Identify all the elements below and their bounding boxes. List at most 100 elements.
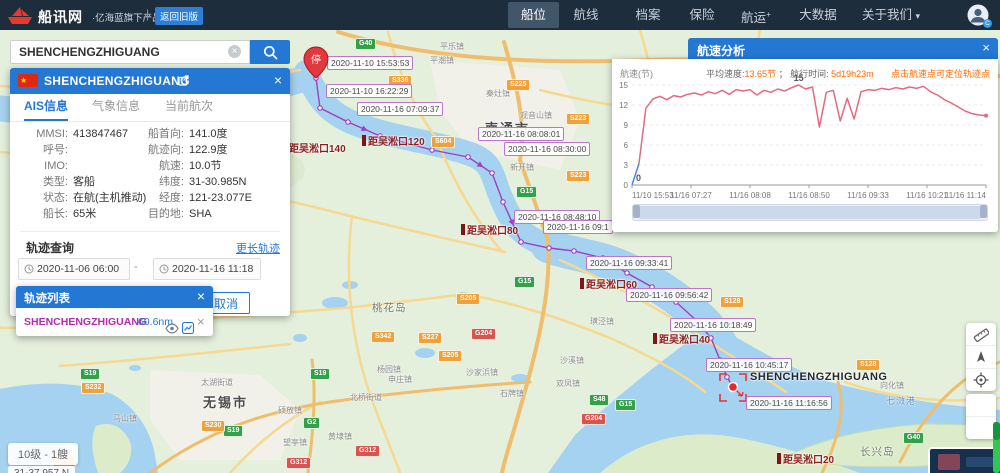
nav-item-ship-position[interactable]: 船位 [508,2,559,28]
close-icon[interactable]: × [274,72,282,88]
map-place-label: 马山镇 [113,413,137,424]
nav-item-shipping[interactable]: 航运+ [736,0,776,30]
field-label: 状态: [10,190,68,206]
ais-fields: MMSI:413847467 船首向:141.0度 呼号: 航迹向:122.9度… [10,126,290,222]
vertical-slider[interactable] [993,422,1000,473]
date-from-value: 2020-11-06 06:00 [37,263,119,275]
road-badge: S225 [506,79,530,91]
svg-text:11/16 11:14: 11/16 11:14 [945,191,987,200]
ship-detail-link-icon[interactable] [178,75,189,89]
nav-item-insurance[interactable]: 保险 [682,0,722,30]
track-time-label[interactable]: 2020-11-16 10:18:49 [670,318,756,332]
eye-icon [165,323,179,334]
field-value: 413847467 [73,128,128,140]
road-badge: S128 [856,359,880,371]
svg-text:12: 12 [619,101,628,110]
track-ship-name[interactable]: SHENCHENGZHIGUANG [24,308,147,336]
field-label: IMO: [10,158,68,174]
brand-name[interactable]: 船讯网 [38,7,83,27]
longer-track-link[interactable]: 更长轨迹 [236,240,280,256]
map-place-label: 平乐镇 [440,41,464,52]
svg-text:9: 9 [624,121,629,130]
bearing-tool-button[interactable] [966,346,996,369]
map-place-label: 长兴岛 [860,444,895,459]
layer-switcher-thumbnail[interactable] [928,447,1000,473]
brush-left-handle[interactable] [633,205,640,218]
road-badge: S205 [438,350,462,362]
speed-panel-header: 航速分析 × [688,38,998,59]
svg-text:15: 15 [619,81,628,90]
track-time-label[interactable]: 2020-11-16 09:1 [543,220,613,234]
measure-ruler-button[interactable] [966,323,996,346]
track-time-label[interactable]: 2020-11-16 07:09:37 [357,102,443,116]
track-time-label[interactable]: 2020-11-16 11:16:56 [746,396,832,410]
track-time-label[interactable]: 2020-11-16 10:45:17 [706,358,792,372]
search-button[interactable] [250,40,290,64]
panel-divider [20,231,280,232]
show-track-button[interactable] [165,316,179,344]
search-input[interactable] [10,40,250,64]
brand-subtitle: ·亿海蓝旗下产品 [92,10,162,24]
tab-weather-info[interactable]: 气象信息 [92,94,140,119]
user-avatar[interactable]: C [967,4,989,26]
map-place-label: 七滧港 [886,394,916,407]
field-label: 船长: [10,206,68,222]
nav-item-bigdata[interactable]: 大数据 [793,0,843,30]
track-start-pin[interactable]: 停 [303,46,329,85]
nav-about-label: 关于我们 [862,8,912,22]
nav-item-about[interactable]: 关于我们 ▾ [858,0,924,30]
zoom-out-button[interactable] [966,417,996,439]
brush-right-handle[interactable] [980,205,987,218]
chart-zoom-brush[interactable] [632,204,988,221]
field-label: 呼号: [10,142,68,158]
nav-item-routes[interactable]: 航线 [566,0,606,30]
brush-selection [639,206,981,219]
locate-button[interactable] [966,369,996,391]
speed-chart-button[interactable] [182,316,194,344]
locate-icon [973,372,989,388]
field-value: 31-30.985N [189,176,247,188]
field-label: 航迹向: [128,142,184,158]
chart-stats: 平均速度:13.65节 ； 航行时间: 5d19h23m [706,67,874,80]
map-place-label: 新开镇 [510,162,534,173]
road-badge: G15 [516,186,537,198]
field-label: 目的地: [128,206,184,222]
road-badge: S205 [456,293,480,305]
nav-item-archives[interactable]: 档案 [628,0,668,30]
tab-current-voyage[interactable]: 当前航次 [165,94,213,119]
svg-text:15: 15 [794,73,804,83]
close-icon[interactable]: × [982,40,990,55]
map-place-label: 沙家浜镇 [466,367,498,378]
track-time-label[interactable]: 2020-11-16 08:08:01 [478,127,564,141]
brand-logo-icon [6,4,34,26]
close-icon[interactable]: × [197,288,205,304]
road-badge: G2 [303,417,320,429]
road-badge: G15 [615,399,636,411]
return-old-version-button[interactable]: 返回旧版 [155,7,203,25]
track-time-label[interactable]: 2020-11-16 09:56:42 [626,288,712,302]
date-from-input[interactable]: 2020-11-06 06:00 [18,258,130,280]
map-place-label: 申庄镇 [388,374,412,385]
road-badge: S223 [566,113,590,125]
user-status-badge: C [983,19,992,28]
track-time-label[interactable]: 2020-11-10 15:53:53 [327,56,413,70]
road-badge: G40 [355,38,376,50]
speed-line-chart[interactable]: 0369121511/10 15:5311/16 07:2711/16 08:0… [612,81,998,203]
map-place-label: 璜泾镇 [590,316,614,327]
avg-speed-label: 平均速度: [706,69,745,79]
track-time-label[interactable]: 2020-11-16 08:30:00 [504,142,590,156]
clear-search-icon[interactable]: × [228,45,241,58]
map-zoom-level-badge: 10级 - 1艘 [8,443,78,465]
map-place-label: 平潮镇 [430,55,454,66]
chevron-down-icon: ▾ [915,11,920,21]
zoom-in-button[interactable] [966,394,996,417]
track-time-label[interactable]: 2020-11-16 09:33:41 [586,256,672,270]
tab-ais-info[interactable]: AIS信息 [24,94,68,121]
map-place-label: 观音山镇 [520,110,552,121]
track-time-label[interactable]: 2020-11-10 16:22:29 [326,84,412,98]
date-to-input[interactable]: 2020-11-16 11:18 [153,258,261,280]
chart-y-axis-title: 航速(节) [620,67,653,80]
remove-track-icon[interactable]: × [197,308,205,336]
road-badge: S232 [81,382,105,394]
china-flag-icon: ★ [18,74,38,87]
